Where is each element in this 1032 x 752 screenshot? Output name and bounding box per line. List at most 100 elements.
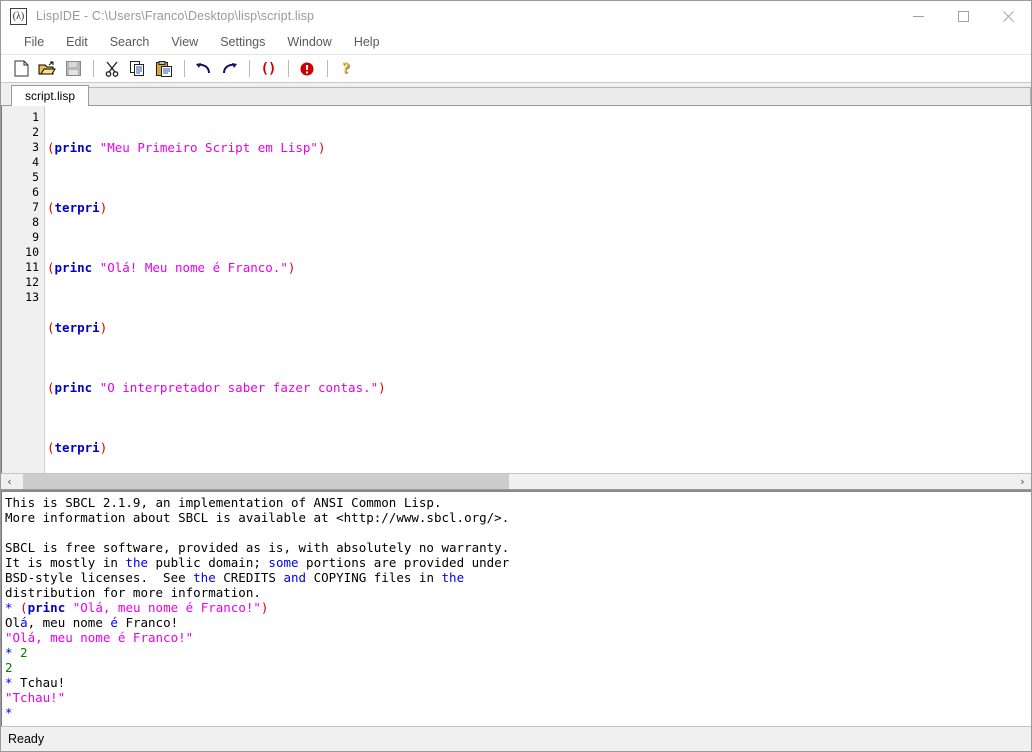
statusbar: Ready [1,726,1031,751]
text: portions are provided under [298,555,510,570]
string-literal: "Meu Primeiro Script em Lisp" [99,140,318,155]
new-file-button[interactable] [9,57,33,80]
code-line-4: (terpri) [47,320,1031,335]
toolbar-separator-2 [184,60,185,77]
paren-close: ) [260,600,269,615]
scrollbar-thumb[interactable] [23,474,509,489]
paren-open: ( [47,200,55,215]
line-number: 6 [32,185,39,199]
keyword: the [441,570,465,585]
number-literal: 2 [12,645,28,660]
console-line-return: "Olá, meu nome é Franco!" [5,630,1031,645]
repl-prompt: * [5,705,13,720]
scroll-left-arrow-icon[interactable]: ‹ [1,474,18,489]
redo-button[interactable] [217,57,241,80]
stop-button[interactable] [295,57,319,80]
new-file-icon [14,60,29,77]
line-number: 9 [32,230,39,244]
line-number: 3 [32,140,39,154]
string-literal: "Olá, meu nome é Franco!" [65,600,261,615]
function-name: princ [54,380,93,395]
string-literal: "O interpretador saber fazer contas." [99,380,379,395]
line-number: 5 [32,170,39,184]
line-number: 1 [32,110,39,124]
console-line-output: Olá, meu nome é Franco! [5,615,1031,630]
open-folder-icon [38,61,56,77]
paren-close: ) [99,200,108,215]
text: BSD-style licenses. See [5,570,194,585]
console-line: BSD-style licenses. See the CREDITS and … [5,570,1031,585]
paren-open: ( [47,440,55,455]
undo-button[interactable] [191,57,215,80]
accented-char: é [110,615,118,630]
editor-horizontal-scrollbar[interactable]: ‹ › [1,473,1031,490]
keyword: the [125,555,148,570]
function-name: princ [54,260,93,275]
status-message: Ready [8,732,45,746]
window-title: LispIDE - C:\Users\Franco\Desktop\lisp\s… [36,9,314,23]
stop-icon [300,62,314,76]
line-number: 10 [25,245,39,259]
editor-area[interactable]: 1 2 3 4 5 6 7 8 9 10 11 12 13 (princ "Me… [1,106,1031,473]
menu-edit[interactable]: Edit [55,31,99,54]
save-file-button[interactable] [61,57,85,80]
tabstrip: script.lisp [1,83,1031,106]
cut-button[interactable] [100,57,124,80]
maximize-button[interactable] [941,1,986,31]
toolbar-separator-4 [288,60,289,77]
line-number: 7 [32,200,39,214]
code-text[interactable]: (princ "Meu Primeiro Script em Lisp") (t… [45,106,1031,473]
console-line: distribution for more information. [5,585,261,600]
menu-help[interactable]: Help [343,31,391,54]
line-number: 8 [32,215,39,229]
copy-button[interactable] [126,57,150,80]
parens-icon: () [260,60,277,77]
undo-arrow-icon [195,62,212,75]
text: CREDITS [215,570,284,585]
line-number: 11 [25,260,39,274]
console-line-input: * (princ "Olá, meu nome é Franco!") [5,600,1031,615]
line-number: 12 [25,275,39,289]
keyword: and [283,570,307,585]
line-number-gutter: 1 2 3 4 5 6 7 8 9 10 11 12 13 [2,106,45,473]
string-literal: "Olá! Meu nome é Franco." [99,260,288,275]
open-file-button[interactable] [35,57,59,80]
scrollbar-track[interactable] [18,474,1014,489]
tabstrip-filler [89,87,1031,105]
menu-search[interactable]: Search [99,31,161,54]
lispide-window: (λ) LispIDE - C:\Users\Franco\Desktop\li… [0,0,1032,752]
toolbar-separator-3 [249,60,250,77]
repl-output-pane[interactable]: This is SBCL 2.1.9, an implementation of… [1,490,1031,726]
line-number: 2 [32,125,39,139]
paste-icon [156,60,172,77]
code-line-6: (terpri) [47,440,1031,455]
minimize-button[interactable] [896,1,941,31]
console-line: More information about SBCL is available… [5,510,510,525]
scroll-right-arrow-icon[interactable]: › [1014,474,1031,489]
paren-open: ( [47,380,55,395]
paste-button[interactable] [152,57,176,80]
console-line: SBCL is free software, provided as is, w… [5,540,510,555]
console-line-return: "Tchau!" [5,690,1031,705]
menu-view[interactable]: View [160,31,209,54]
menu-settings[interactable]: Settings [209,31,276,54]
function-name: princ [27,600,66,615]
console-line-prompt: * [5,705,1031,720]
code-line-3: (princ "Olá! Meu nome é Franco.") [47,260,1031,275]
help-button[interactable]: ? [334,57,358,80]
menu-window[interactable]: Window [276,31,342,54]
match-parens-button[interactable]: () [256,57,280,80]
console-line-return: 2 [5,660,1031,675]
line-number: 13 [25,290,39,304]
menu-file[interactable]: File [13,31,55,54]
console-line: This is SBCL 2.1.9, an implementation of… [5,495,442,510]
copy-icon [130,60,146,77]
paren-open: ( [47,260,55,275]
text: Franco! [117,615,179,630]
close-button[interactable] [986,1,1031,31]
tab-script-lisp[interactable]: script.lisp [11,85,90,106]
redo-arrow-icon [221,62,238,75]
app-lambda-icon: (λ) [10,7,27,25]
